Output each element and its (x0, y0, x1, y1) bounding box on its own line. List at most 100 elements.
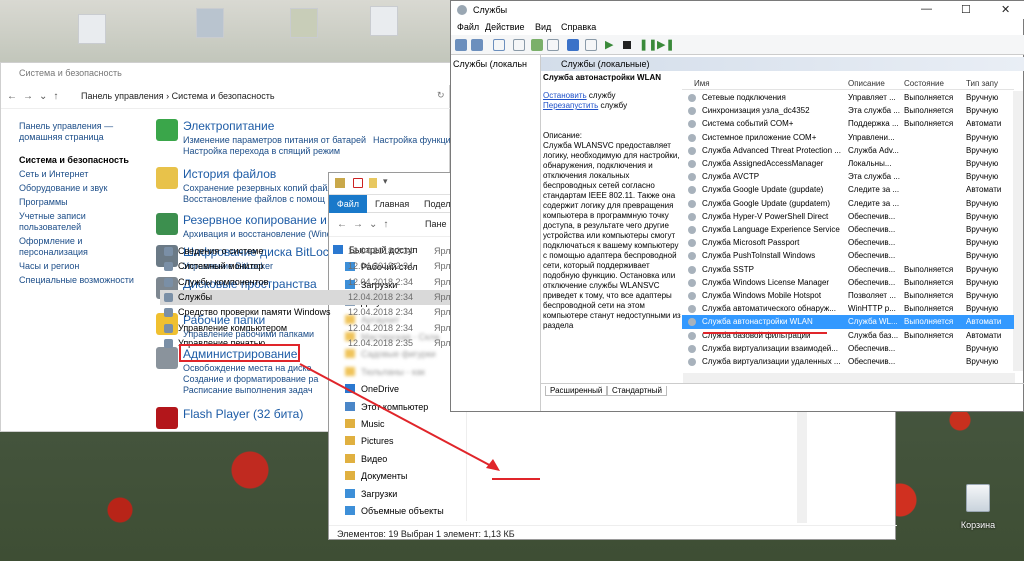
service-row[interactable]: Служба виртуализации удаленных ... Обеспе… (682, 355, 1014, 368)
tree-node-services[interactable]: Службы (локальн (453, 59, 527, 69)
desktop-image-icon[interactable] (196, 8, 224, 38)
chevron-down-icon[interactable]: ▾ (383, 176, 388, 187)
category-link[interactable]: Настройка перехода в спящий режим (183, 146, 340, 156)
category-link[interactable]: Изменение параметров питания от батарей (183, 135, 366, 145)
properties-icon[interactable] (353, 178, 363, 188)
service-row[interactable]: Служба Google Update (gupdatem) Следите з… (682, 197, 1014, 210)
sidebar-item[interactable]: Система и безопасность (19, 155, 147, 166)
service-state: Выполняется (904, 106, 954, 116)
category-link[interactable]: Сохранение резервных копий файл (183, 183, 333, 193)
refresh-icon[interactable]: ↻ (437, 90, 445, 101)
refresh-icon[interactable] (531, 39, 543, 51)
category-title[interactable]: Резервное копирование и в (183, 213, 337, 227)
service-row[interactable]: Служба Windows License Manager Обеспечив.… (682, 276, 1014, 289)
category-title[interactable]: Электропитание (183, 119, 274, 133)
sidebar-item[interactable]: Специальные возможности (19, 275, 147, 286)
menu-item[interactable]: Файл (457, 22, 479, 32)
service-row[interactable]: Системное приложение COM+ Управлени... Вру… (682, 131, 1014, 144)
category-title[interactable]: История файлов (183, 167, 276, 181)
pause-icon[interactable]: ❚❚ (639, 38, 657, 51)
sidebar-item[interactable]: Учетные записи пользователей (19, 211, 147, 233)
service-name: Служба Google Update (gupdate) (702, 185, 824, 195)
desktop-file-icon[interactable] (78, 14, 106, 44)
horizontal-scrollbar[interactable] (683, 373, 1015, 383)
service-row[interactable]: Служба автоматического обнаруж... WinHTTP… (682, 302, 1014, 315)
sidebar-item[interactable]: Сеть и Интернет (19, 169, 147, 180)
sidebar-item[interactable]: Оформление и персонализация (19, 236, 147, 258)
back-icon[interactable] (455, 39, 467, 51)
menu-item[interactable]: Вид (535, 22, 551, 32)
column-header[interactable]: Тип запу (966, 79, 998, 88)
column-header[interactable]: Состояние (904, 79, 944, 88)
service-row[interactable]: Служба SSTP Обеспечив... Выполняется Вручну… (682, 263, 1014, 276)
stop-service-link[interactable]: Остановить (543, 91, 587, 100)
maximize-button[interactable]: ☐ (961, 3, 971, 16)
service-row[interactable]: Служба Advanced Threat Protection ... Слу… (682, 144, 1014, 157)
sidebar-item[interactable]: Часы и регион (19, 261, 147, 272)
service-row[interactable]: Служба автонастройки WLAN Служба WL... Вып… (682, 315, 1014, 329)
new-folder-icon[interactable] (369, 178, 377, 188)
service-row[interactable]: Служба базовой фильтрации Служба баз... Вы… (682, 329, 1014, 342)
tab-standard[interactable]: Стандартный (607, 386, 667, 396)
service-desc: Обеспечив... (848, 251, 896, 261)
column-header[interactable]: Описание (848, 79, 885, 88)
service-row[interactable]: Система событий COM+ Поддержка ... Выполня… (682, 117, 1014, 130)
desktop-file-icon[interactable] (370, 6, 398, 36)
category-link[interactable]: Архивация и восстановление (Windo (183, 229, 337, 239)
sidebar-item[interactable]: Программы (19, 197, 147, 208)
recycle-bin-label: Корзина (960, 520, 996, 530)
service-row[interactable]: Служба PushToInstall Windows Обеспечив...… (682, 249, 1014, 262)
category-link[interactable]: Восстановление файлов с помощ (183, 194, 325, 204)
console-tree-icon[interactable] (493, 39, 505, 51)
shortcut-icon (164, 247, 173, 256)
shortcut-icon (164, 308, 173, 318)
window-title: Службы (473, 5, 508, 15)
forward-icon[interactable] (471, 39, 483, 51)
service-row[interactable]: Служба AssignedAccessManager Локальны... В… (682, 157, 1014, 170)
stop-icon[interactable] (623, 41, 631, 49)
menu-item[interactable]: Действие (485, 22, 525, 32)
service-row[interactable]: Служба Windows Mobile Hotspot Позволяет .… (682, 289, 1014, 302)
sidebar-item[interactable]: Оборудование и звук (19, 183, 147, 194)
nav-buttons[interactable]: ←→⌄↑ (7, 91, 64, 102)
minimize-button[interactable]: — (921, 3, 932, 15)
service-description: Служба WLANSVC предоставляет логику, нео… (543, 141, 681, 330)
nav-item[interactable]: Садовые фигурки (345, 349, 436, 359)
help-icon[interactable] (567, 39, 579, 51)
service-desc: Обеспечив... (848, 357, 896, 366)
highlight-box (179, 344, 300, 362)
close-button[interactable]: ✕ (1001, 3, 1010, 16)
tab-home[interactable]: Главная (375, 195, 409, 213)
nav-buttons[interactable]: ←→⌄↑ (337, 219, 394, 230)
category-title[interactable]: Flash Player (32 бита) (183, 407, 303, 421)
scrollbar[interactable] (1013, 91, 1023, 371)
service-state: Выполняется (904, 277, 954, 287)
restart-icon[interactable]: ▶❚ (657, 38, 675, 51)
service-row[interactable]: Синхронизация узла_dc4352 Эта служба ... В… (682, 104, 1014, 117)
restart-service-link[interactable]: Перезапустить (543, 101, 598, 110)
menu-item[interactable]: Справка (561, 22, 596, 32)
sidebar-item[interactable]: Панель управления — домашняя страница (19, 121, 147, 143)
view-icon[interactable] (585, 39, 597, 51)
service-row[interactable]: Служба Microsoft Passport Обеспечив... Вру… (682, 236, 1014, 249)
service-row[interactable]: Служба AVCTP Эта служба ... Вручную (682, 170, 1014, 183)
tab-file[interactable]: Файл (329, 195, 367, 213)
tab-extended[interactable]: Расширенный (545, 386, 608, 396)
recycle-bin-icon[interactable] (966, 484, 990, 512)
service-row[interactable]: Служба виртуализации взаимодей... Обеспеч… (682, 342, 1014, 355)
breadcrumb[interactable]: Пане (425, 219, 446, 229)
nav-item[interactable]: Загрузки (345, 488, 397, 499)
export-icon[interactable] (547, 39, 559, 51)
category-link[interactable]: Настройка функци (373, 135, 451, 145)
service-row[interactable]: Служба Language Experience Service Обеспе… (682, 223, 1014, 236)
category-icon (156, 407, 178, 429)
start-icon[interactable]: ▶ (605, 38, 613, 51)
service-row[interactable]: Сетевые подключения Управляет ... Выполняе… (682, 91, 1014, 104)
column-header[interactable]: Имя (694, 79, 710, 88)
breadcrumb[interactable]: Панель управления › Система и безопаснос… (81, 91, 275, 101)
service-row[interactable]: Служба Google Update (gupdate) Следите за… (682, 183, 1014, 196)
service-row[interactable]: Служба Hyper-V PowerShell Direct Обеспечи… (682, 210, 1014, 223)
properties-icon[interactable] (513, 39, 525, 51)
desktop-image-icon[interactable] (290, 8, 318, 38)
nav-item[interactable]: Объемные объекты (345, 506, 444, 516)
